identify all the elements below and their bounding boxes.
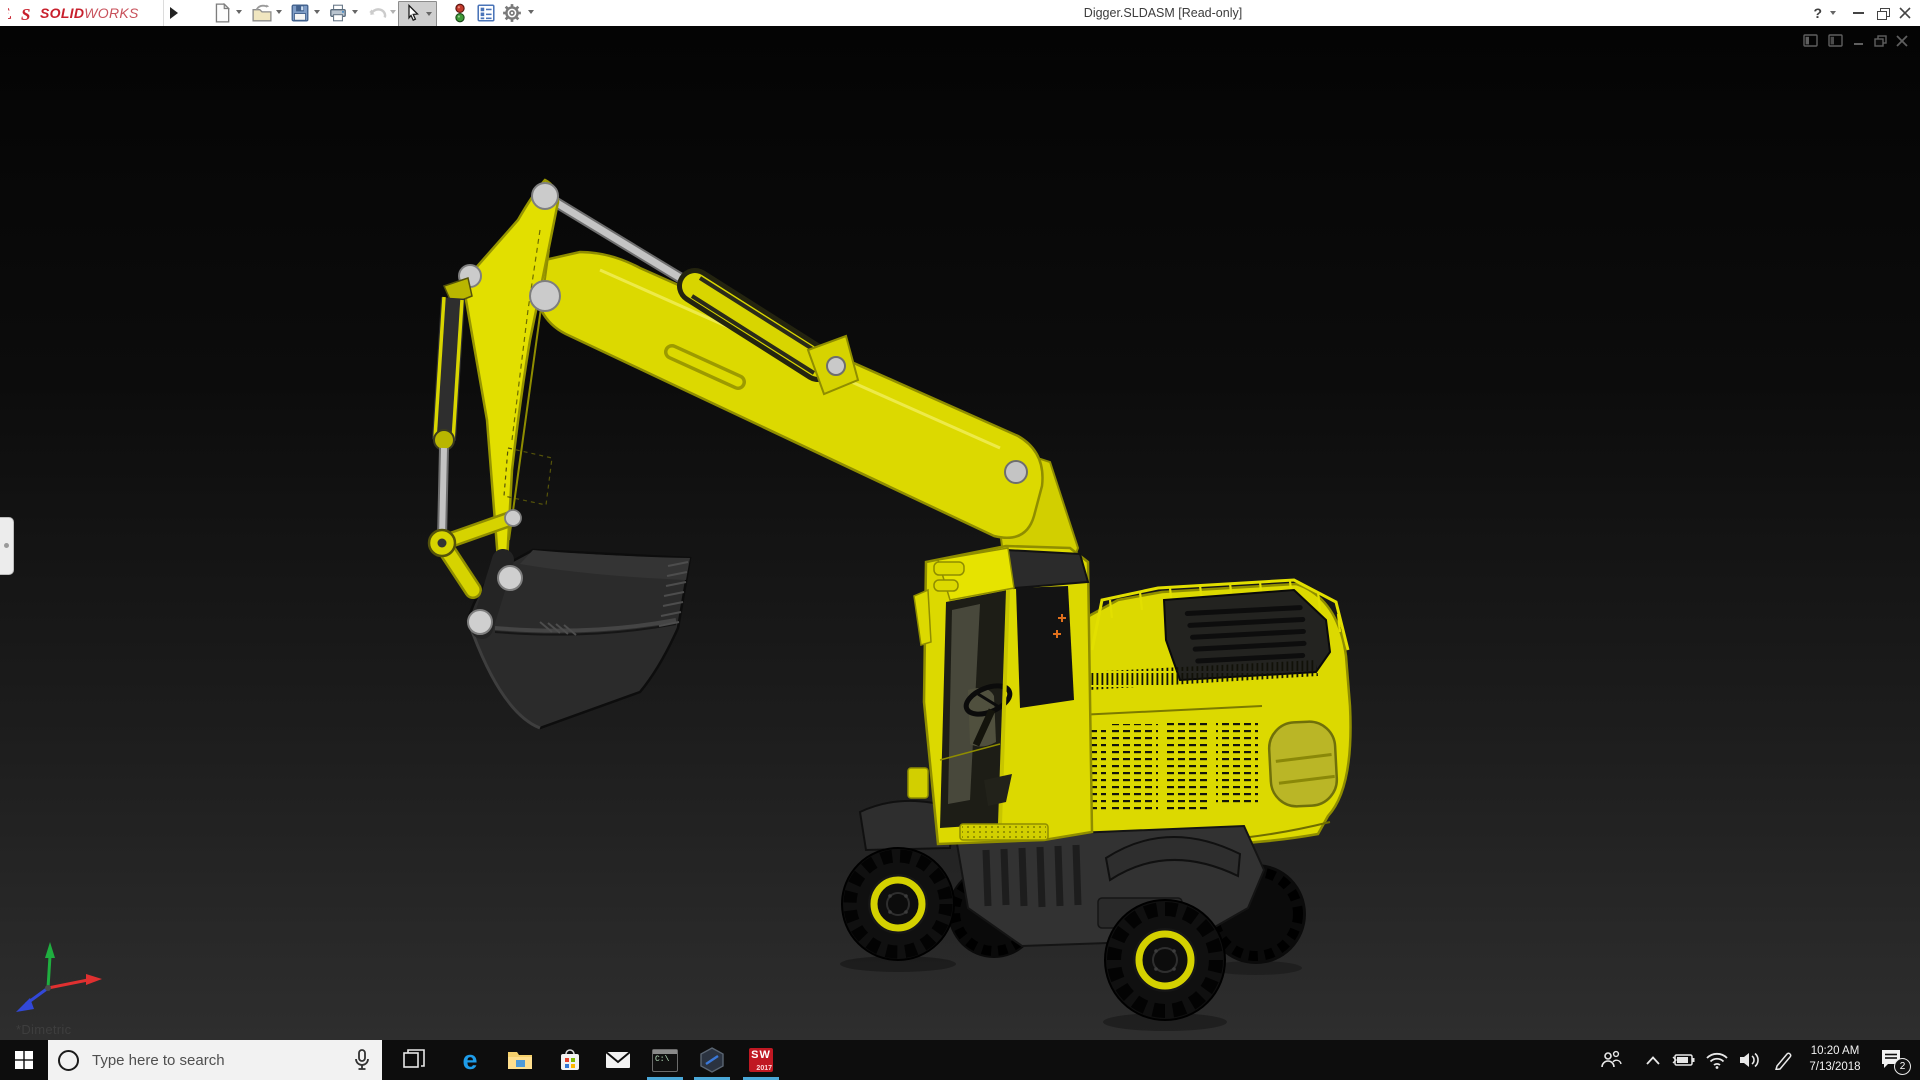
view-orientation-label: *Dimetric — [16, 1022, 71, 1037]
bucket-cylinder[interactable] — [434, 278, 472, 538]
front-wheel[interactable] — [842, 848, 954, 960]
windows-taskbar: Type here to search e — [0, 1040, 1920, 1080]
solidworks-window: 3 S SOLIDWORKS — [0, 0, 1920, 1080]
command-prompt-icon: C:\ — [652, 1049, 678, 1072]
new-document-button[interactable] — [212, 3, 232, 23]
close-button[interactable] — [1899, 4, 1911, 22]
graphics-viewport[interactable]: *Dimetric — [0, 26, 1920, 1040]
dropdown-arrow-icon[interactable] — [426, 12, 432, 16]
dropdown-arrow-icon[interactable] — [276, 10, 282, 14]
action-center-button[interactable]: 2 — [1874, 1040, 1914, 1080]
y-axis-arrow — [45, 942, 55, 958]
dropdown-arrow-icon[interactable] — [236, 10, 242, 14]
taskbar-search-input[interactable]: Type here to search — [48, 1040, 382, 1080]
minimize-button[interactable] — [1853, 4, 1864, 22]
task-view-icon — [403, 1049, 425, 1071]
windows-ink-button[interactable] — [1768, 1040, 1798, 1080]
excavator-boom-plate[interactable] — [465, 180, 558, 562]
hexagon-app-button[interactable] — [690, 1040, 734, 1080]
rear-window — [1268, 720, 1338, 807]
edge-button[interactable]: e — [448, 1040, 492, 1080]
title-bar: 3 S SOLIDWORKS — [0, 0, 1920, 27]
divider — [163, 0, 164, 26]
undo-button[interactable] — [368, 3, 388, 23]
speaker-icon — [1739, 1051, 1761, 1069]
people-icon — [1600, 1050, 1622, 1070]
task-view-button[interactable] — [392, 1040, 436, 1080]
svg-text:3: 3 — [8, 4, 12, 23]
ground-shadows — [840, 956, 1302, 1031]
brand-text: SOLIDWORKS — [40, 5, 139, 21]
options-gear-button[interactable] — [502, 3, 522, 23]
document-title: Digger.SLDASM [Read-only] — [1084, 6, 1242, 20]
ds-logo-icon: 3 S — [8, 2, 38, 24]
pen-icon — [1773, 1050, 1793, 1070]
solidworks-2017-icon: SW 2017 — [749, 1048, 773, 1072]
microphone-icon[interactable] — [354, 1049, 370, 1071]
orientation-triad — [0, 930, 130, 1026]
file-properties-button[interactable] — [476, 3, 496, 23]
battery-button[interactable] — [1668, 1040, 1698, 1080]
x-axis-arrow — [86, 974, 102, 985]
save-button[interactable] — [290, 3, 310, 23]
dropdown-arrow-icon[interactable] — [314, 10, 320, 14]
mail-button[interactable] — [596, 1040, 640, 1080]
time-label: 10:20 AM — [1800, 1043, 1870, 1059]
dropdown-arrow-icon[interactable] — [1830, 11, 1836, 15]
volume-button[interactable] — [1735, 1040, 1765, 1080]
start-button[interactable] — [0, 1040, 48, 1080]
excavator-model[interactable] — [0, 26, 1920, 1040]
edge-icon: e — [462, 1047, 477, 1074]
rebuild-stoplight-button[interactable] — [450, 3, 470, 23]
search-placeholder: Type here to search — [92, 1052, 354, 1069]
help-button[interactable]: ? — [1813, 4, 1822, 22]
clock[interactable]: 10:20 AM 7/13/2018 — [1800, 1043, 1870, 1075]
command-prompt-button[interactable]: C:\ — [643, 1040, 687, 1080]
date-label: 7/13/2018 — [1800, 1059, 1870, 1075]
store-button[interactable] — [548, 1040, 592, 1080]
svg-text:S: S — [21, 5, 30, 24]
hidden-icons-button[interactable] — [1638, 1040, 1668, 1080]
cursor-icon — [404, 4, 422, 22]
dropdown-arrow-icon[interactable] — [390, 10, 396, 14]
wifi-button[interactable] — [1702, 1040, 1732, 1080]
notification-badge: 2 — [1894, 1058, 1911, 1075]
dropdown-arrow-icon[interactable] — [352, 10, 358, 14]
windows-logo-icon — [15, 1051, 33, 1069]
solidworks-app-button[interactable]: SW 2017 — [739, 1040, 783, 1080]
print-button[interactable] — [328, 3, 348, 23]
solidworks-logo: 3 S SOLIDWORKS — [8, 1, 139, 25]
mail-icon — [605, 1050, 631, 1070]
people-button[interactable] — [1596, 1040, 1626, 1080]
cortana-icon — [58, 1050, 79, 1071]
chevron-up-icon — [1646, 1056, 1660, 1065]
restore-button[interactable] — [1877, 4, 1888, 22]
open-button[interactable] — [252, 3, 272, 23]
dropdown-arrow-icon[interactable] — [528, 10, 534, 14]
select-tool-button[interactable] — [398, 1, 437, 27]
cab-side-window — [1016, 586, 1074, 708]
battery-charging-icon — [1671, 1053, 1695, 1067]
hexagon-app-icon — [699, 1047, 725, 1073]
rear-wheel[interactable] — [1105, 900, 1225, 1020]
wifi-icon — [1706, 1052, 1728, 1069]
store-icon — [558, 1048, 582, 1072]
file-explorer-button[interactable] — [498, 1040, 542, 1080]
excavator-body[interactable] — [1058, 580, 1351, 845]
file-explorer-icon — [507, 1049, 533, 1071]
excavator-arm[interactable] — [535, 252, 1043, 538]
excavator-cab[interactable] — [908, 546, 1092, 844]
menu-expand-arrow[interactable] — [170, 7, 178, 19]
